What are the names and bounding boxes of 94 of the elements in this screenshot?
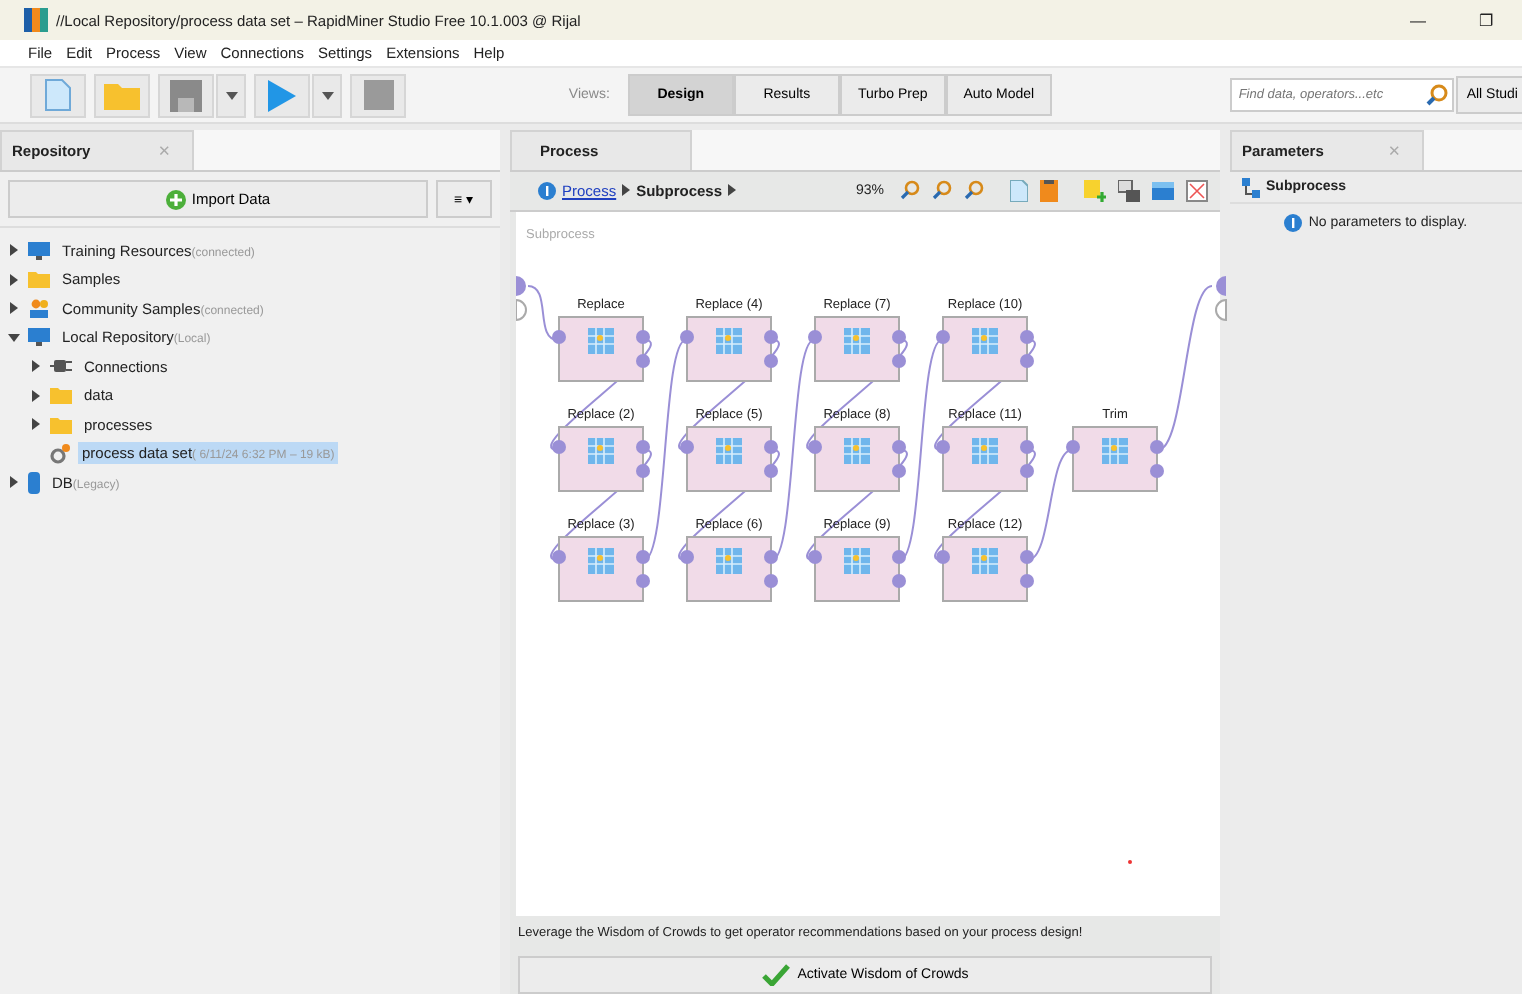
port-icon[interactable] xyxy=(680,549,694,564)
input-port-icon[interactable] xyxy=(516,298,527,321)
run-button[interactable] xyxy=(254,73,310,117)
table-icon xyxy=(972,327,998,354)
output-port-icon[interactable] xyxy=(1216,275,1226,296)
collapse-arrow-icon[interactable] xyxy=(8,331,20,344)
port-icon[interactable] xyxy=(808,329,822,344)
monitor-icon xyxy=(28,241,50,260)
chevron-icon xyxy=(728,184,737,197)
save-button[interactable] xyxy=(158,73,214,117)
table-icon xyxy=(844,437,870,464)
expand-arrow-icon[interactable] xyxy=(8,476,20,489)
table-icon xyxy=(844,547,870,574)
info-icon xyxy=(1284,214,1303,232)
table-icon xyxy=(844,327,870,354)
zoom-icon[interactable] xyxy=(932,180,952,201)
clipboard-icon[interactable] xyxy=(1040,179,1058,202)
operator-block[interactable] xyxy=(686,315,772,382)
search-icon xyxy=(1426,84,1449,106)
port-icon[interactable] xyxy=(936,439,950,454)
zoom-icon[interactable] xyxy=(900,180,920,201)
operator-block[interactable] xyxy=(558,315,644,382)
window-icon[interactable] xyxy=(1152,181,1174,200)
table-icon xyxy=(588,547,614,574)
expand-arrow-icon[interactable] xyxy=(8,302,20,315)
checkmark-icon xyxy=(761,964,790,987)
play-icon xyxy=(268,79,296,111)
table-icon xyxy=(716,437,742,464)
input-port-icon[interactable] xyxy=(516,275,526,296)
new-file-button[interactable] xyxy=(30,73,86,117)
port-icon[interactable] xyxy=(1066,439,1080,454)
table-icon xyxy=(1102,437,1128,464)
output-port-icon[interactable] xyxy=(1215,298,1227,321)
expand-arrow-icon[interactable] xyxy=(30,360,42,373)
plug-icon xyxy=(50,358,72,375)
people-icon xyxy=(28,298,50,319)
process-tree-icon xyxy=(1242,177,1260,197)
operator-block[interactable] xyxy=(814,315,900,382)
port-icon[interactable] xyxy=(552,439,566,454)
chevron-icon xyxy=(622,184,631,197)
note-add-icon[interactable] xyxy=(1084,179,1106,202)
operator-block[interactable] xyxy=(686,535,772,602)
gear-icon xyxy=(50,443,70,464)
operator-block[interactable] xyxy=(558,425,644,492)
operator-block[interactable] xyxy=(814,425,900,492)
table-icon xyxy=(972,437,998,464)
port-icon[interactable] xyxy=(808,549,822,564)
window-control-button[interactable]: ❐ xyxy=(1462,11,1510,29)
operator-block[interactable] xyxy=(942,425,1028,492)
port-icon[interactable] xyxy=(936,329,950,344)
plus-icon xyxy=(165,189,186,209)
caret-icon xyxy=(321,91,333,99)
table-icon xyxy=(716,547,742,574)
floppy-icon xyxy=(170,79,202,111)
folder-icon xyxy=(104,80,140,110)
port-icon[interactable] xyxy=(680,329,694,344)
caret-icon xyxy=(225,91,237,99)
operator-block[interactable] xyxy=(942,535,1028,602)
table-icon xyxy=(716,327,742,354)
zoom-icon[interactable] xyxy=(964,180,984,201)
dropdown-button[interactable] xyxy=(216,73,246,117)
window-control-button[interactable]: — xyxy=(1394,11,1442,29)
grid-icon[interactable] xyxy=(1186,179,1208,202)
database-icon xyxy=(28,471,40,494)
operator-block[interactable] xyxy=(1072,425,1158,492)
operator-block[interactable] xyxy=(814,535,900,602)
operator-block[interactable] xyxy=(686,425,772,492)
operator-block[interactable] xyxy=(558,535,644,602)
table-icon xyxy=(588,437,614,464)
app-logo-icon xyxy=(24,8,48,32)
monitor-icon xyxy=(28,328,50,347)
folder-icon xyxy=(50,386,72,405)
table-icon xyxy=(588,327,614,354)
port-icon[interactable] xyxy=(680,439,694,454)
port-icon[interactable] xyxy=(552,549,566,564)
document-icon xyxy=(44,78,72,112)
dropdown-button[interactable] xyxy=(312,73,342,117)
folder-icon xyxy=(28,270,50,289)
expand-arrow-icon[interactable] xyxy=(8,244,20,257)
table-icon xyxy=(972,547,998,574)
marker-dot xyxy=(1128,859,1132,864)
info-icon xyxy=(538,181,556,200)
folder-icon xyxy=(50,415,72,434)
layers-icon[interactable] xyxy=(1118,179,1140,202)
expand-arrow-icon[interactable] xyxy=(8,273,20,286)
port-icon[interactable] xyxy=(808,439,822,454)
open-folder-button[interactable] xyxy=(94,73,150,117)
document-icon[interactable] xyxy=(1010,179,1028,202)
expand-arrow-icon[interactable] xyxy=(30,418,42,431)
expand-arrow-icon[interactable] xyxy=(30,389,42,402)
port-icon[interactable] xyxy=(552,329,566,344)
port-icon[interactable] xyxy=(936,549,950,564)
stop-icon xyxy=(363,80,393,110)
operator-block[interactable] xyxy=(942,315,1028,382)
